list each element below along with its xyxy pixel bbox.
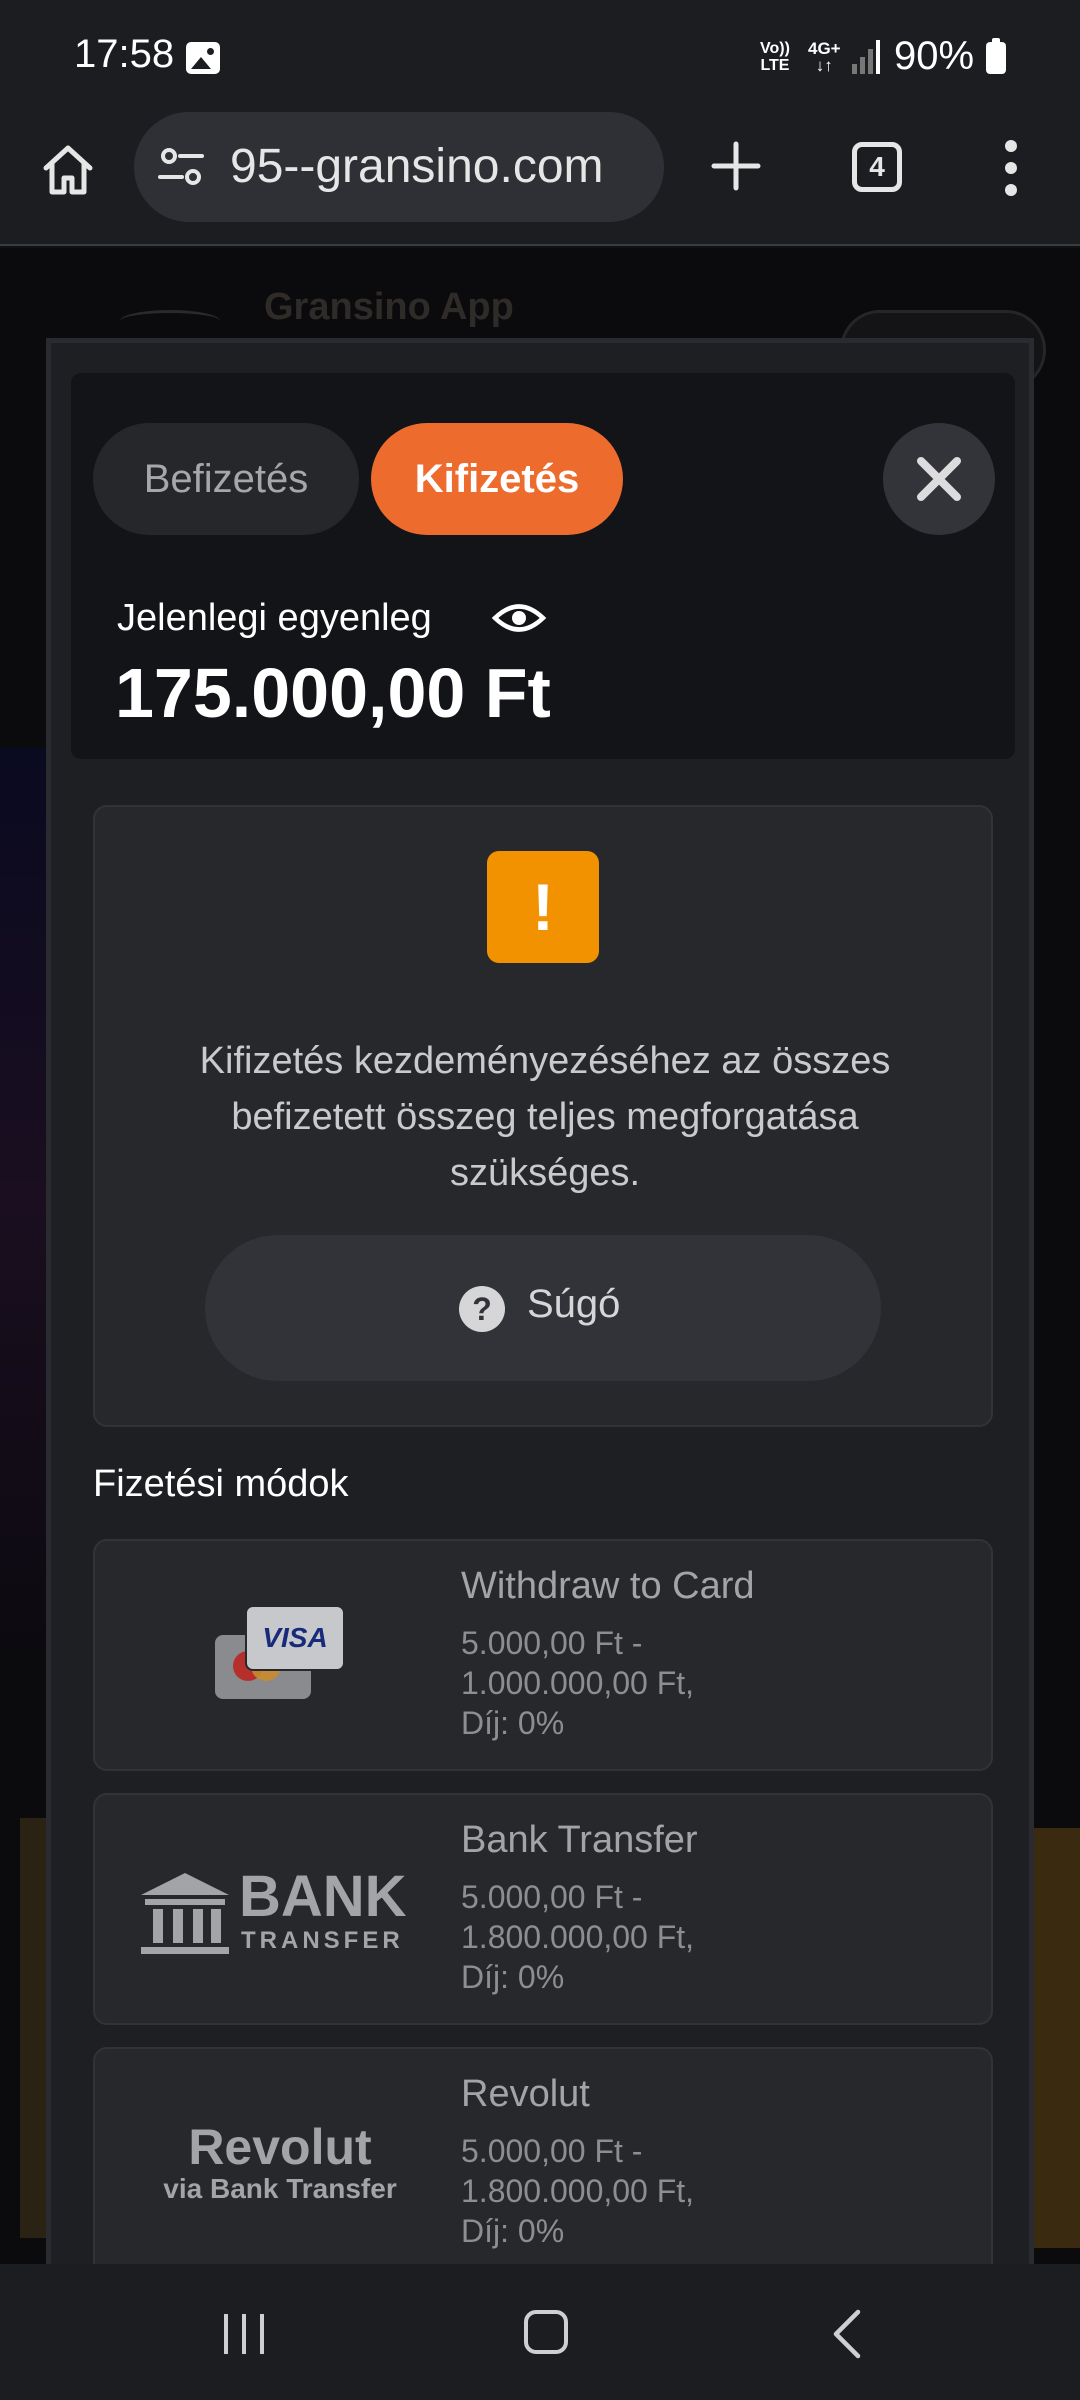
modal-header: Befizetés Kifizetés Jelenlegi egyenleg 1… — [71, 373, 1015, 759]
status-bar: 17:58 Vo)) LTE 4G+ ↓↑ 90% — [0, 0, 1080, 110]
gallery-notification-icon — [186, 42, 220, 74]
method-bank-transfer[interactable]: BANK TRANSFER Bank Transfer 5.000,00 Ft … — [93, 1793, 993, 2025]
eye-icon[interactable] — [491, 595, 547, 641]
bank-logo-text: BANK — [239, 1864, 407, 1929]
browser-toolbar: 95--gransino.com 4 — [0, 110, 1080, 246]
close-icon — [917, 457, 961, 501]
tab-deposit[interactable]: Befizetés — [93, 423, 359, 535]
bank-building-icon — [141, 1873, 229, 1954]
help-label: Súgó — [527, 1282, 621, 1326]
method-revolut[interactable]: Revolut via Bank Transfer Revolut 5.000,… — [93, 2047, 993, 2264]
screen: 17:58 Vo)) LTE 4G+ ↓↑ 90% 95--gransino.c… — [0, 0, 1080, 2400]
payment-methods-title: Fizetési módok — [93, 1463, 349, 1505]
tab-withdraw[interactable]: Kifizetés — [371, 423, 623, 535]
transfer-logo-text: TRANSFER — [241, 1927, 404, 1954]
more-menu-icon[interactable] — [998, 140, 1024, 196]
home-icon[interactable] — [38, 140, 98, 200]
balance-value: 175.000,00 Ft — [115, 654, 551, 732]
close-button[interactable] — [883, 423, 995, 535]
method-min: 5.000,00 Ft - — [461, 1879, 643, 1915]
address-bar[interactable]: 95--gransino.com — [134, 112, 664, 222]
method-min: 5.000,00 Ft - — [461, 2133, 643, 2169]
new-tab-icon[interactable] — [708, 138, 764, 194]
network-arrows-text: ↓↑ — [815, 56, 833, 75]
url-text[interactable]: 95--gransino.com — [230, 139, 604, 194]
method-min: 5.000,00 Ft - — [461, 1625, 643, 1661]
site-settings-icon[interactable] — [158, 146, 204, 188]
help-button[interactable]: ? Súgó — [205, 1235, 881, 1381]
balance-label: Jelenlegi egyenleg — [117, 597, 432, 639]
method-max: 1.800.000,00 Ft, — [461, 2173, 695, 2209]
status-time: 17:58 — [74, 32, 175, 76]
network-type-indicator: 4G+ ↓↑ — [808, 40, 841, 74]
method-max: 1.800.000,00 Ft, — [461, 1919, 695, 1955]
revolut-logo-subtext: via Bank Transfer — [163, 2173, 397, 2204]
withdraw-modal: Befizetés Kifizetés Jelenlegi egyenleg 1… — [46, 338, 1034, 2264]
home-nav-icon[interactable] — [524, 2310, 568, 2354]
tab-switcher-button[interactable]: 4 — [852, 142, 902, 192]
background-decoration — [1030, 1828, 1080, 2248]
method-card[interactable]: VISA Withdraw to Card 5.000,00 Ft - 1.00… — [93, 1539, 993, 1771]
background-title: Gransino App — [264, 286, 514, 328]
revolut-logo: Revolut via Bank Transfer — [135, 2121, 425, 2211]
volte-indicator: Vo)) LTE — [760, 40, 790, 74]
method-max: 1.000.000,00 Ft, — [461, 1665, 695, 1701]
notice-text: Kifizetés kezdeményezéséhez az összes be… — [199, 1040, 891, 1194]
method-limits: 5.000,00 Ft - 1.000.000,00 Ft, Díj: 0% — [461, 1623, 781, 1743]
card-logo: VISA — [215, 1605, 345, 1705]
system-navigation-bar — [0, 2264, 1080, 2400]
volte-bottom-text: LTE — [760, 57, 790, 74]
method-limits: 5.000,00 Ft - 1.800.000,00 Ft, Díj: 0% — [461, 2131, 781, 2251]
help-icon: ? — [459, 1286, 505, 1332]
withdraw-notice-card: ! Kifizetés kezdeményezéséhez az összes … — [93, 805, 993, 1427]
battery-percent: 90% — [894, 34, 975, 78]
visa-logo: VISA — [245, 1605, 345, 1671]
signal-icon — [852, 40, 880, 74]
method-fee: Díj: 0% — [461, 2213, 565, 2249]
warning-icon: ! — [487, 851, 599, 963]
background-logo — [120, 310, 220, 332]
recent-apps-icon[interactable] — [222, 2314, 266, 2354]
network-type-text: 4G+ — [808, 39, 841, 58]
method-fee: Díj: 0% — [461, 1705, 565, 1741]
battery-icon — [986, 38, 1006, 74]
method-name: Revolut — [461, 2073, 590, 2115]
method-fee: Díj: 0% — [461, 1959, 565, 1995]
method-name: Withdraw to Card — [461, 1565, 755, 1607]
back-icon[interactable] — [828, 2308, 868, 2360]
method-name: Bank Transfer — [461, 1819, 698, 1861]
revolut-logo-text: Revolut — [188, 2119, 372, 2175]
bank-transfer-logo: BANK TRANSFER — [139, 1867, 429, 1957]
method-limits: 5.000,00 Ft - 1.800.000,00 Ft, Díj: 0% — [461, 1877, 781, 1997]
volte-top-text: Vo)) — [760, 40, 790, 57]
